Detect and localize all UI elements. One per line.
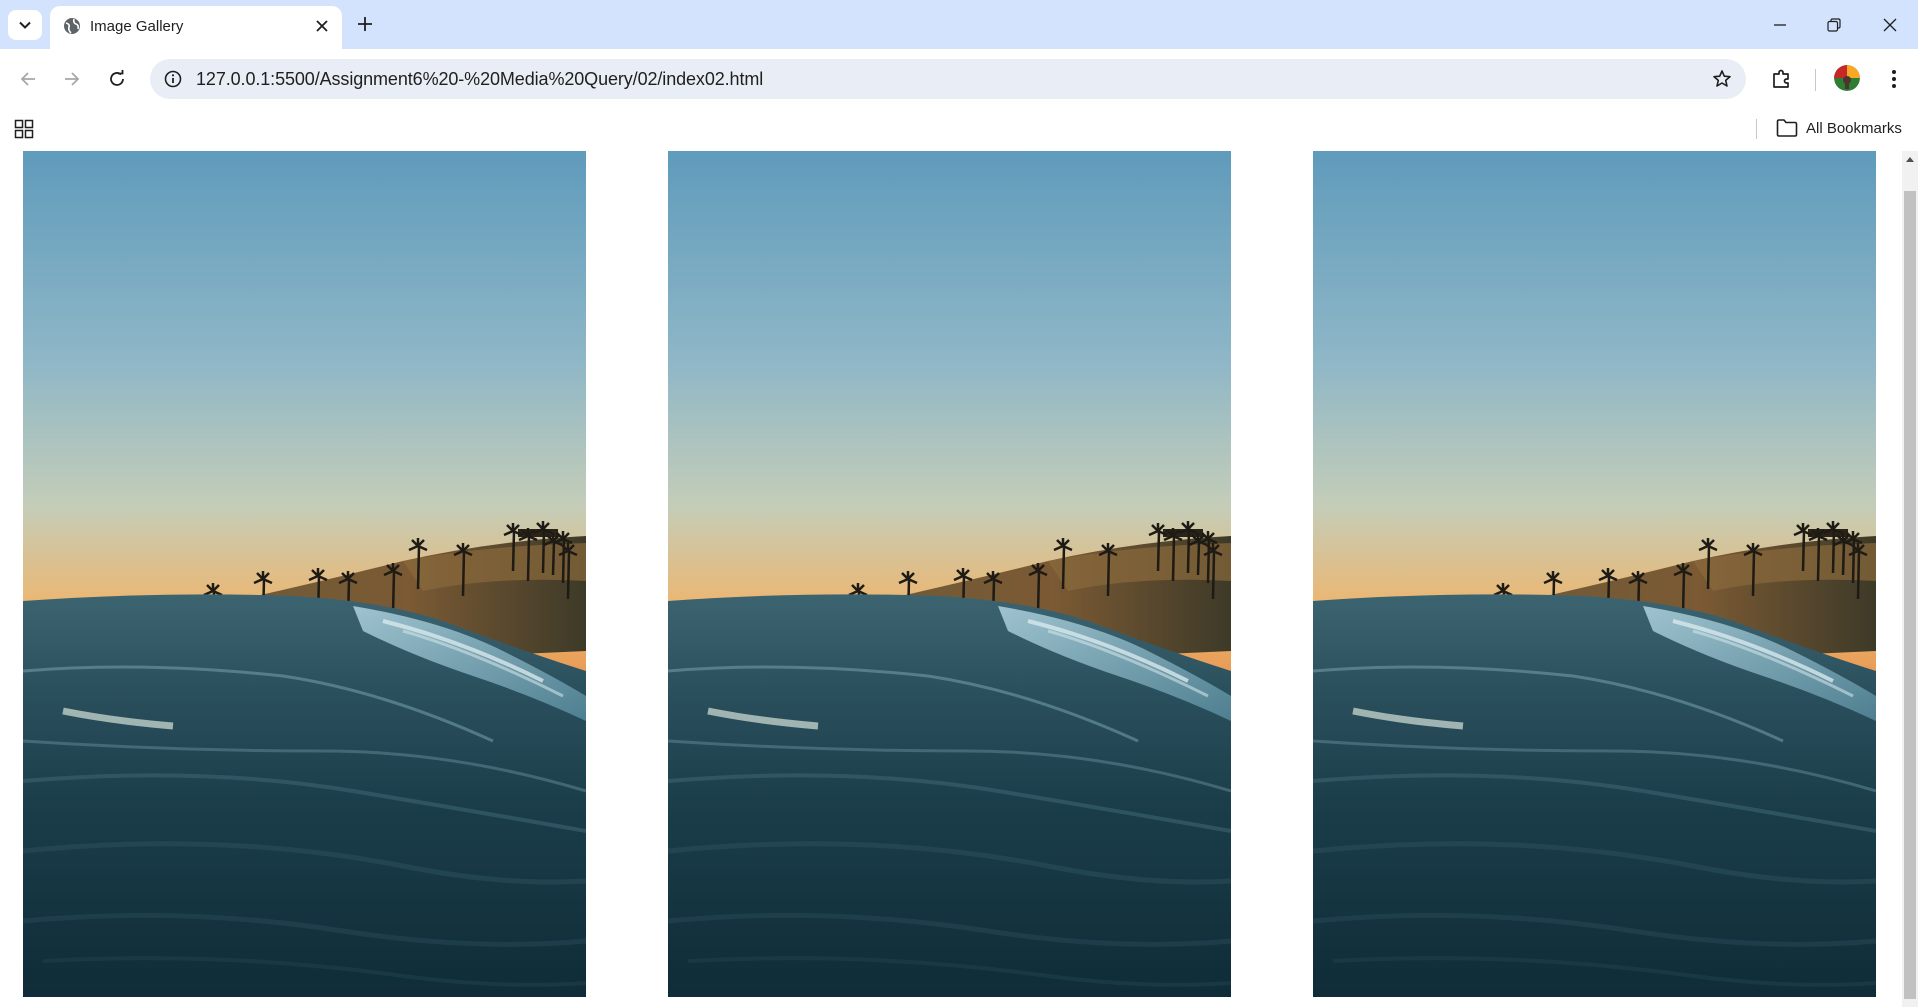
close-window-button[interactable] xyxy=(1862,0,1918,49)
forward-button[interactable] xyxy=(54,61,90,97)
reload-button[interactable] xyxy=(99,61,135,97)
menu-button[interactable] xyxy=(1876,61,1912,97)
bookmark-button[interactable] xyxy=(1706,63,1738,95)
tab-search-button[interactable] xyxy=(8,10,42,40)
bookmarks-bar: All Bookmarks xyxy=(0,111,1918,151)
tab-title: Image Gallery xyxy=(90,18,184,35)
back-button[interactable] xyxy=(10,61,46,97)
kebab-menu-icon xyxy=(1892,70,1896,88)
close-icon xyxy=(316,20,328,32)
minimize-icon xyxy=(1774,23,1786,26)
seascape-photo xyxy=(668,151,1231,997)
apps-grid-icon xyxy=(14,119,34,139)
back-arrow-icon xyxy=(20,72,35,86)
restore-icon xyxy=(1827,17,1841,32)
avatar[interactable] xyxy=(1834,65,1860,91)
reload-icon xyxy=(110,70,124,86)
gallery-image-3 xyxy=(1313,151,1876,997)
minimize-button[interactable] xyxy=(1752,0,1808,49)
bookmarks-divider xyxy=(1756,119,1757,139)
all-bookmarks-label: All Bookmarks xyxy=(1806,119,1902,137)
extensions-button[interactable] xyxy=(1764,61,1800,97)
all-bookmarks-button[interactable]: All Bookmarks xyxy=(1776,115,1902,141)
toolbar-divider xyxy=(1815,69,1816,91)
address-bar[interactable]: 127.0.0.1:5500/Assignment6%20-%20Media%2… xyxy=(150,59,1746,99)
scroll-thumb[interactable] xyxy=(1904,191,1916,999)
url-text[interactable]: 127.0.0.1:5500/Assignment6%20-%20Media%2… xyxy=(196,69,763,90)
gallery-image-2 xyxy=(668,151,1231,997)
toolbar: 127.0.0.1:5500/Assignment6%20-%20Media%2… xyxy=(0,49,1918,111)
new-tab-button[interactable] xyxy=(351,10,379,38)
puzzle-icon xyxy=(1773,69,1789,88)
close-tab-button[interactable] xyxy=(310,14,334,38)
chevron-down-icon xyxy=(19,21,31,29)
gallery-image-1 xyxy=(23,151,586,997)
globe-icon xyxy=(62,16,82,36)
plus-icon xyxy=(358,17,372,31)
folder-icon xyxy=(1776,119,1798,137)
seascape-photo xyxy=(23,151,586,997)
restore-button[interactable] xyxy=(1806,0,1862,49)
scroll-up-arrow-icon[interactable] xyxy=(1902,151,1918,167)
tab-strip: Image Gallery xyxy=(0,0,1918,49)
forward-arrow-icon xyxy=(65,72,80,86)
apps-button[interactable] xyxy=(12,117,36,141)
close-icon xyxy=(1883,18,1897,31)
page-viewport xyxy=(0,151,1918,1007)
scrollbar[interactable] xyxy=(1902,151,1918,1007)
site-info-button[interactable] xyxy=(158,64,188,94)
seascape-photo xyxy=(1313,151,1876,997)
star-icon xyxy=(1713,70,1731,87)
info-icon xyxy=(164,70,182,88)
active-tab[interactable]: Image Gallery xyxy=(50,6,342,49)
